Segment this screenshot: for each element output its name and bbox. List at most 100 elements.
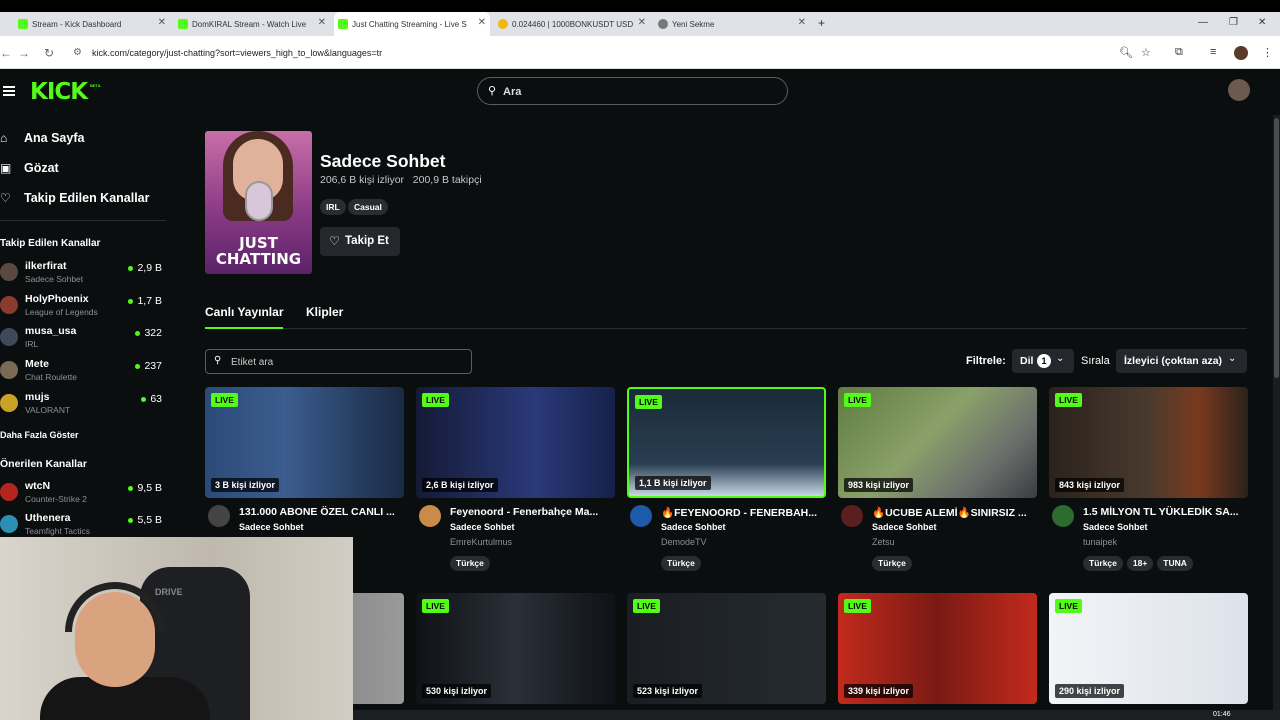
viewer-count: 9,5 B — [128, 482, 162, 494]
close-tab-icon[interactable]: ✕ — [638, 17, 646, 28]
category-tag[interactable]: Casual — [348, 199, 388, 215]
reading-list-icon[interactable]: ≡ — [1210, 46, 1216, 58]
stream-title[interactable]: 🔥FEYENOORD - FENERBAH... — [661, 506, 826, 519]
viewer-count: 339 kişi izliyor — [844, 684, 914, 698]
bookmark-star-icon[interactable]: ☆ — [1141, 46, 1151, 59]
stream-category[interactable]: Sadece Sohbet — [872, 522, 937, 532]
channel-name[interactable]: DemodeTV — [661, 537, 707, 547]
channel-name: musa_usa — [25, 325, 77, 337]
zoom-icon[interactable]: 🔍︎ — [1119, 46, 1133, 59]
new-tab-icon[interactable]: + — [818, 16, 825, 30]
sort-dropdown[interactable]: İzleyici (çoktan aza) ⌄ — [1116, 349, 1247, 373]
language-filter-dropdown[interactable]: Dil 1 ⌄ — [1012, 349, 1074, 373]
recommended-channels-heading: Önerilen Kanallar — [0, 458, 87, 470]
channel-name[interactable]: Zetsu — [872, 537, 895, 547]
channel-name: Mete — [25, 358, 49, 370]
stream-title[interactable]: 131.000 ABONE ÖZEL CANLI ... — [239, 506, 404, 518]
followed-channel-item[interactable]: musa_usa IRL 322 — [0, 325, 166, 355]
stream-thumbnail[interactable]: LIVE 523 kişi izliyor — [627, 593, 826, 704]
stream-category[interactable]: Sadece Sohbet — [239, 522, 304, 532]
avatar[interactable] — [208, 505, 230, 527]
profile-avatar-icon[interactable] — [1234, 46, 1248, 60]
chevron-down-icon: ⌄ — [1228, 353, 1237, 364]
tag-search-input[interactable]: ⚲ Etiket ara — [205, 349, 472, 374]
browser-tab[interactable]: 0.024460 | 1000BONKUSDT USD ✕ — [494, 12, 650, 36]
taskbar — [353, 710, 1280, 720]
stream-category[interactable]: Sadece Sohbet — [1083, 522, 1148, 532]
browser-tab[interactable]: DomKIRAL Stream - Watch Live ✕ — [174, 12, 330, 36]
menu-kebab-icon[interactable]: ⋮ — [1262, 46, 1273, 59]
menu-hamburger-icon[interactable] — [3, 86, 15, 96]
browser-tab[interactable]: Stream - Kick Dashboard ✕ — [14, 12, 170, 36]
stream-thumbnail[interactable]: LIVE 2,6 B kişi izliyor — [416, 387, 615, 498]
extensions-icon[interactable]: ⧉ — [1175, 46, 1183, 59]
stream-tag[interactable]: Türkçe — [1083, 556, 1123, 571]
channel-category: Teamfight Tactics — [25, 526, 91, 536]
stream-thumbnail[interactable]: LIVE 983 kişi izliyor — [838, 387, 1037, 498]
close-tab-icon[interactable]: ✕ — [798, 17, 806, 28]
viewer-count: 530 kişi izliyor — [422, 684, 492, 698]
stream-title[interactable]: 1.5 MİLYON TL YÜKLEDİK SA... — [1083, 506, 1248, 518]
stream-thumbnail[interactable]: LIVE 530 kişi izliyor — [416, 593, 615, 704]
recommended-channel-item[interactable]: wtcN Counter-Strike 2 9,5 B — [0, 480, 166, 510]
webcam-overlay: DRIVE — [0, 537, 353, 720]
show-more-link[interactable]: Daha Fazla Göster — [0, 430, 79, 440]
channel-name[interactable]: tunaipek — [1083, 537, 1117, 547]
kick-logo[interactable]: KICK — [30, 79, 88, 105]
stream-tag[interactable]: 18+ — [1126, 556, 1154, 571]
viewer-count-value: 1,7 B — [137, 295, 162, 307]
category-art-line: CHATTING — [215, 250, 302, 268]
search-input[interactable]: ⚲ Ara — [477, 77, 788, 105]
heart-icon: ♡ — [0, 191, 11, 205]
tab-clips[interactable]: Klipler — [306, 305, 343, 319]
category-art-text: JUST CHATTING — [205, 235, 312, 267]
stream-tag[interactable]: Türkçe — [450, 556, 490, 571]
channel-name: mujs — [25, 391, 50, 403]
forward-icon[interactable]: → — [18, 46, 30, 60]
avatar[interactable] — [419, 505, 441, 527]
microphone-icon — [245, 181, 273, 221]
viewer-count-value: 237 — [144, 360, 162, 372]
close-tab-icon[interactable]: ✕ — [318, 17, 326, 28]
stream-title[interactable]: Feyenoord - Fenerbahçe Ma... — [450, 506, 615, 518]
followed-channel-item[interactable]: Mete Chat Roulette 237 — [0, 358, 166, 388]
browser-tab[interactable]: Yeni Sekme ✕ — [654, 12, 810, 36]
stream-thumbnail[interactable]: LIVE 1,1 B kişi izliyor — [627, 387, 826, 498]
avatar[interactable] — [1052, 505, 1074, 527]
avatar[interactable] — [630, 505, 652, 527]
stream-thumbnail[interactable]: LIVE 339 kişi izliyor — [838, 593, 1037, 704]
tab-live-streams[interactable]: Canlı Yayınlar — [205, 305, 284, 319]
stream-thumbnail[interactable]: LIVE 843 kişi izliyor — [1049, 387, 1248, 498]
minimize-icon[interactable]: — — [1198, 17, 1208, 28]
viewer-count: 322 — [135, 327, 162, 339]
stream-tag[interactable]: Türkçe — [872, 556, 912, 571]
close-tab-icon[interactable]: ✕ — [478, 17, 486, 28]
stream-category[interactable]: Sadece Sohbet — [661, 522, 726, 532]
maximize-icon[interactable]: ❐ — [1229, 17, 1238, 28]
site-info-icon[interactable]: ⚙ — [73, 47, 82, 58]
browser-tab-active[interactable]: Just Chatting Streaming - Live S ✕ — [334, 12, 490, 36]
channel-name[interactable]: EmreKurtulmus — [450, 537, 512, 547]
close-tab-icon[interactable]: ✕ — [158, 17, 166, 28]
stream-tag[interactable]: Türkçe — [661, 556, 701, 571]
followed-channel-item[interactable]: ilkerfirat Sadece Sohbet 2,9 B — [0, 260, 166, 290]
followed-channel-item[interactable]: HolyPhoenix League of Legends 1,7 B — [0, 293, 166, 323]
avatar[interactable] — [841, 505, 863, 527]
viewer-count: 2,6 B kişi izliyor — [422, 478, 498, 492]
back-icon[interactable]: ← — [0, 46, 12, 60]
stream-thumbnail[interactable]: LIVE 3 B kişi izliyor — [205, 387, 404, 498]
channel-name: Uthenera — [25, 512, 71, 524]
reload-icon[interactable]: ↻ — [44, 46, 54, 60]
user-avatar[interactable] — [1228, 79, 1250, 101]
stream-category[interactable]: Sadece Sohbet — [450, 522, 515, 532]
avatar — [0, 263, 18, 281]
stream-thumbnail[interactable]: LIVE 290 kişi izliyor — [1049, 593, 1248, 704]
category-tag[interactable]: IRL — [320, 199, 346, 215]
follow-button[interactable]: ♡ Takip Et — [320, 227, 400, 256]
stream-tag[interactable]: TUNA — [1157, 556, 1193, 571]
scrollbar-thumb[interactable] — [1274, 118, 1279, 378]
close-window-icon[interactable]: ✕ — [1258, 17, 1266, 28]
stream-title[interactable]: 🔥UCUBE ALEMİ🔥SINIRSIZ ... — [872, 506, 1037, 519]
followed-channel-item[interactable]: mujs VALORANT 63 — [0, 391, 166, 421]
url-field[interactable]: kick.com/category/just-chatting?sort=vie… — [92, 48, 382, 58]
